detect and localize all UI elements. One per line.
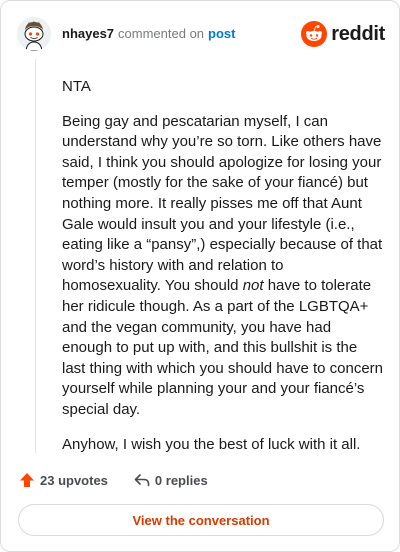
comment-body: NTA Being gay and pescatarian myself, I … [62, 77, 384, 469]
username-link[interactable]: nhayes7 [62, 26, 114, 41]
view-conversation-button[interactable]: View the conversation [18, 504, 384, 536]
comment-paragraph: NTA [62, 78, 91, 95]
reddit-snoo-icon [301, 21, 328, 47]
comment-text: Being gay and pescatarian myself, I can … [62, 112, 383, 295]
reddit-wordmark: reddit [331, 22, 385, 45]
reddit-logo[interactable]: reddit [301, 20, 385, 48]
upvote-button[interactable]: 23 upvotes [19, 472, 108, 488]
avatar[interactable] [17, 17, 51, 51]
reply-arrow-icon [134, 474, 150, 487]
comment-paragraph: Anyhow, I wish you the best of luck with… [62, 435, 361, 453]
thread-line [35, 59, 36, 453]
post-link[interactable]: post [208, 26, 235, 41]
comment-text: have to tolerate her ridicule though. As… [62, 277, 384, 418]
replies-button[interactable]: 0 replies [134, 472, 208, 488]
commented-on-text: commented on [118, 26, 205, 41]
upvote-arrow-icon [20, 473, 34, 487]
comment-header: nhayes7 commented on post reddit [17, 17, 385, 51]
comment-paragraph: Being gay and pescatarian myself, I can … [62, 112, 384, 421]
comment-card: nhayes7 commented on post reddit NTA Being… [0, 0, 400, 552]
reply-count: 0 replies [154, 472, 208, 488]
emphasis-text: not [242, 277, 264, 295]
comment-meta: nhayes7 commented on post [62, 26, 236, 42]
comment-actions: 23 upvotes 0 replies [19, 471, 208, 489]
snoo-avatar-icon [17, 17, 51, 51]
upvote-count: 23 upvotes [40, 472, 108, 488]
